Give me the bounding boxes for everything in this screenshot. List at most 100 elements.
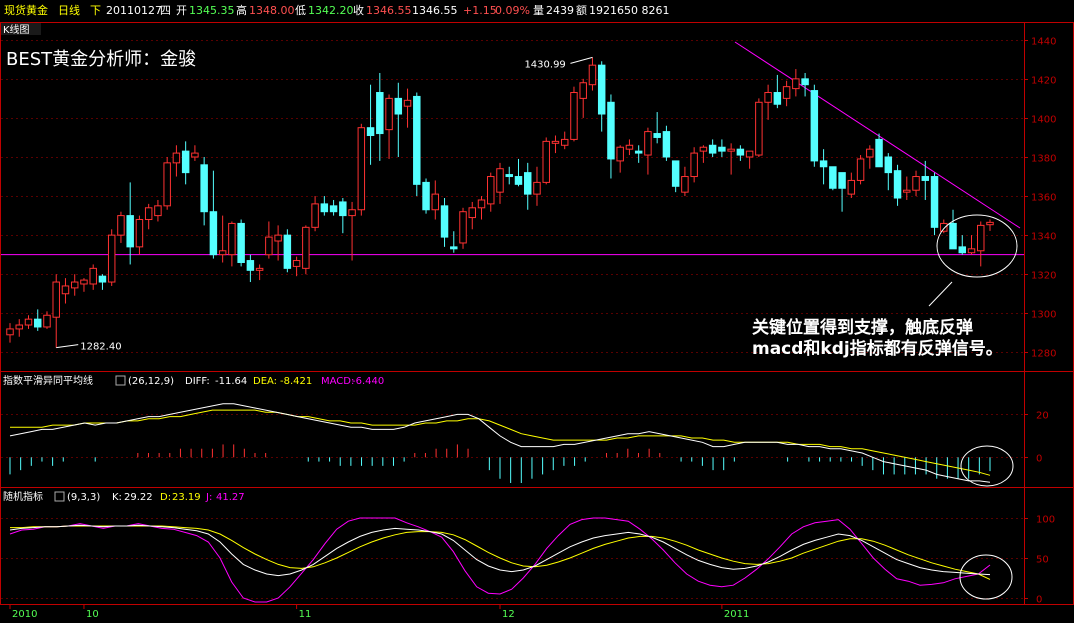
diff-label: DIFF: (185, 376, 210, 387)
d-label: D: (160, 492, 171, 503)
candle (653, 112, 661, 144)
kdj-title: 随机指标 (3, 490, 43, 503)
candle-body (542, 140, 550, 183)
candle-body (255, 267, 264, 271)
candle-body (144, 207, 153, 221)
candle-body (524, 172, 532, 195)
candle (616, 145, 624, 173)
macd-panel: 指数平滑异同平均线 (26,12,9) DIFF: -11.64 DEA: -8… (1, 374, 1049, 487)
candle-body (172, 152, 181, 164)
candle-body (866, 148, 874, 158)
analyst-watermark: BEST黄金分析师：金骏 (6, 49, 196, 70)
candle (496, 162, 504, 204)
candle (801, 72, 809, 97)
macd-collapse-icon[interactable] (115, 375, 126, 386)
candle (866, 145, 874, 169)
candle-body (274, 234, 282, 242)
candle-body (34, 318, 42, 328)
candle-body (893, 170, 902, 199)
period-label[interactable]: 日线 (58, 3, 80, 17)
candle-body (597, 64, 606, 115)
candle-body (163, 162, 171, 207)
candle-body (154, 205, 162, 217)
high-annotation: 1430.99 (524, 59, 565, 70)
candle-body (302, 226, 310, 269)
change-value: +1.15 (463, 4, 497, 17)
candle (283, 229, 292, 273)
candle-body (376, 92, 384, 135)
candle-body (533, 181, 541, 195)
candle (376, 72, 384, 161)
candle (644, 127, 652, 175)
candle-body (126, 215, 134, 248)
candle (958, 235, 967, 255)
j-line (9, 517, 991, 603)
kdj-collapse-icon[interactable] (54, 491, 65, 502)
candle-body (782, 86, 791, 99)
candle-body (403, 99, 412, 107)
macd-value: -6.440 (352, 376, 384, 387)
candle-body (921, 176, 930, 181)
open-label: 开 (176, 4, 187, 17)
dea-value: -8.421 (280, 376, 312, 387)
candle (403, 88, 412, 128)
diff-value: -11.64 (215, 376, 247, 387)
candle (699, 145, 708, 163)
candle (477, 196, 486, 220)
time-tick-label: 12 (502, 609, 515, 620)
pct-value: 0.09% (495, 4, 530, 17)
candle-body (755, 101, 763, 156)
last-value: 1346.55 (412, 4, 458, 17)
candle (440, 198, 449, 247)
candle (893, 164, 902, 206)
candle (773, 74, 782, 109)
d-value: 23.19 (172, 492, 201, 503)
candle (329, 199, 338, 216)
candle (681, 166, 689, 197)
candle-body (98, 275, 107, 283)
kline-tick-label: 1280 (1031, 349, 1056, 360)
candle-body (616, 146, 624, 162)
highlight-circle-kline (936, 214, 1018, 278)
candle-body (560, 138, 569, 146)
candle (255, 264, 264, 281)
amt-label: 额 (576, 4, 587, 17)
open-value: 1345.35 (189, 4, 235, 17)
candle-body (6, 328, 14, 336)
amt-value: 1921650 8261 (589, 4, 669, 17)
candle-body (977, 224, 985, 252)
kline-gridlines (1, 40, 1024, 353)
candle (274, 225, 282, 261)
candle (967, 235, 976, 255)
candle (856, 155, 865, 185)
candle-body (847, 179, 856, 195)
candle (348, 201, 356, 261)
candle (468, 201, 476, 230)
candle (903, 176, 911, 200)
candle-body (514, 176, 523, 185)
kline-tick-label: 1360 (1031, 193, 1056, 204)
indicator-tick-label: 100 (1036, 515, 1055, 526)
candle-body (468, 207, 476, 219)
candle (810, 84, 819, 167)
candle (514, 158, 523, 187)
candle (246, 254, 255, 283)
instrument-name: 现货黄金 (4, 3, 48, 17)
candle (339, 198, 347, 234)
candle (912, 170, 920, 197)
mode-label: 下 (90, 4, 101, 17)
candle (560, 131, 569, 150)
candle (829, 166, 837, 191)
candle (986, 219, 994, 231)
candles (6, 57, 994, 348)
candle (89, 264, 97, 290)
low-label: 低 (295, 4, 306, 17)
candle-body (61, 285, 70, 295)
candle (52, 274, 60, 348)
candle-body (265, 236, 273, 256)
candle-body (681, 176, 689, 193)
candle (431, 180, 440, 220)
candle-body (607, 101, 615, 160)
resistance-trendline (734, 41, 1021, 229)
kline-panel-label: K线图 (3, 23, 30, 36)
